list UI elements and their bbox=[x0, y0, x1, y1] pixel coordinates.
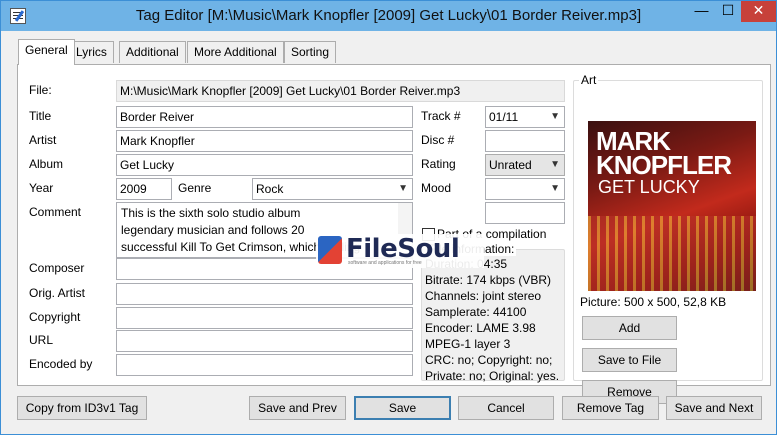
picture-info: Picture: 500 x 500, 52,8 KB bbox=[580, 295, 727, 309]
encoded-by-field[interactable] bbox=[116, 354, 413, 376]
tab-additional[interactable]: Additional bbox=[119, 41, 186, 63]
artist-label: Artist bbox=[29, 133, 57, 147]
title-label: Title bbox=[29, 109, 52, 123]
genre-value: Rock bbox=[256, 182, 284, 196]
year-label: Year bbox=[29, 181, 54, 195]
track-label: Track # bbox=[421, 109, 461, 123]
tab-general[interactable]: General bbox=[18, 39, 75, 65]
save-and-next-button[interactable]: Save and Next bbox=[666, 396, 762, 420]
disc-label: Disc # bbox=[421, 133, 455, 147]
tab-more-additional[interactable]: More Additional bbox=[187, 41, 284, 63]
url-field[interactable] bbox=[116, 330, 413, 352]
save-and-prev-button[interactable]: Save and Prev bbox=[249, 396, 346, 420]
extra-field[interactable] bbox=[485, 202, 565, 224]
info-crc: CRC: no; Copyright: no; bbox=[425, 353, 553, 367]
file-path-field: M:\Music\Mark Knopfler [2009] Get Lucky\… bbox=[116, 80, 565, 102]
tab-lyrics[interactable]: Lyrics bbox=[69, 41, 114, 63]
info-channels: Channels: joint stereo bbox=[425, 289, 542, 303]
chevron-down-icon: ▼ bbox=[398, 183, 408, 194]
composer-label: Composer bbox=[29, 261, 85, 275]
rating-select[interactable]: Unrated ▼ bbox=[485, 154, 565, 176]
url-label: URL bbox=[29, 333, 54, 347]
copyright-label: Copyright bbox=[29, 310, 81, 324]
album-art-image: MARK KNOPFLER GET LUCKY bbox=[588, 121, 756, 291]
tag-editor-window: Tag Editor [M:\Music\Mark Knopfler [2009… bbox=[0, 0, 777, 435]
remove-tag-button[interactable]: Remove Tag bbox=[562, 396, 659, 420]
rating-label: Rating bbox=[421, 157, 456, 171]
general-tab-panel: File: M:\Music\Mark Knopfler [2009] Get … bbox=[17, 64, 771, 404]
window-title: Tag Editor [M:\Music\Mark Knopfler [2009… bbox=[135, 7, 642, 24]
orig-artist-label: Orig. Artist bbox=[29, 286, 86, 300]
info-samplerate: Samplerate: 44100 bbox=[425, 305, 527, 319]
artist-field[interactable]: Mark Knopfler bbox=[116, 130, 413, 152]
tab-sorting[interactable]: Sorting bbox=[284, 41, 337, 63]
file-label: File: bbox=[29, 83, 52, 97]
year-field[interactable]: 2009 bbox=[116, 178, 172, 200]
add-art-button[interactable]: Add bbox=[582, 316, 677, 340]
track-value: 01/11 bbox=[489, 110, 519, 124]
genre-select[interactable]: Rock ▼ bbox=[252, 178, 413, 200]
track-select[interactable]: 01/11 ▼ bbox=[485, 106, 565, 128]
orig-artist-field[interactable] bbox=[116, 283, 413, 305]
comment-line: This is the sixth solo studio album bbox=[121, 206, 301, 220]
title-bar[interactable]: Tag Editor [M:\Music\Mark Knopfler [2009… bbox=[1, 1, 776, 31]
encoded-by-label: Encoded by bbox=[29, 357, 93, 371]
disc-field[interactable] bbox=[485, 130, 565, 152]
title-field[interactable]: Border Reiver bbox=[116, 106, 413, 128]
cancel-button[interactable]: Cancel bbox=[458, 396, 554, 420]
comment-label: Comment bbox=[29, 205, 82, 219]
art-cover-artist: MARK KNOPFLER bbox=[596, 126, 732, 180]
filesoul-watermark: FileSoul software and applications for f… bbox=[316, 234, 484, 268]
mood-select[interactable]: ▼ bbox=[485, 178, 565, 200]
chevron-down-icon: ▼ bbox=[550, 183, 560, 194]
watermark-subtext: software and applications for free bbox=[348, 260, 422, 266]
info-private: Private: no; Original: yes. bbox=[425, 369, 560, 383]
info-bitrate: Bitrate: 174 kbps (VBR) bbox=[425, 273, 552, 287]
filesoul-logo-icon bbox=[318, 236, 342, 264]
info-mpeg: MPEG-1 layer 3 bbox=[425, 337, 511, 351]
dialog-client: General Lyrics Additional More Additiona… bbox=[8, 31, 771, 429]
rating-value: Unrated bbox=[489, 158, 532, 172]
art-cover-album: GET LUCKY bbox=[598, 177, 700, 197]
copyright-field[interactable] bbox=[116, 307, 413, 329]
copy-from-id3v1-button[interactable]: Copy from ID3v1 Tag bbox=[17, 396, 147, 420]
chevron-down-icon: ▼ bbox=[550, 111, 560, 122]
art-sign-lights bbox=[588, 216, 756, 291]
chevron-down-icon: ▼ bbox=[550, 159, 560, 170]
mood-label: Mood bbox=[421, 181, 452, 195]
close-button[interactable]: ✕ bbox=[741, 1, 776, 22]
maximize-button[interactable]: ☐ bbox=[715, 1, 741, 22]
save-button[interactable]: Save bbox=[354, 396, 451, 420]
album-label: Album bbox=[29, 157, 64, 171]
info-encoder: Encoder: LAME 3.98 bbox=[425, 321, 536, 335]
art-title: Art bbox=[579, 73, 599, 87]
save-art-to-file-button[interactable]: Save to File bbox=[582, 348, 677, 372]
genre-label: Genre bbox=[178, 181, 212, 195]
album-field[interactable]: Get Lucky bbox=[116, 154, 413, 176]
minimize-button[interactable]: — bbox=[688, 1, 715, 22]
